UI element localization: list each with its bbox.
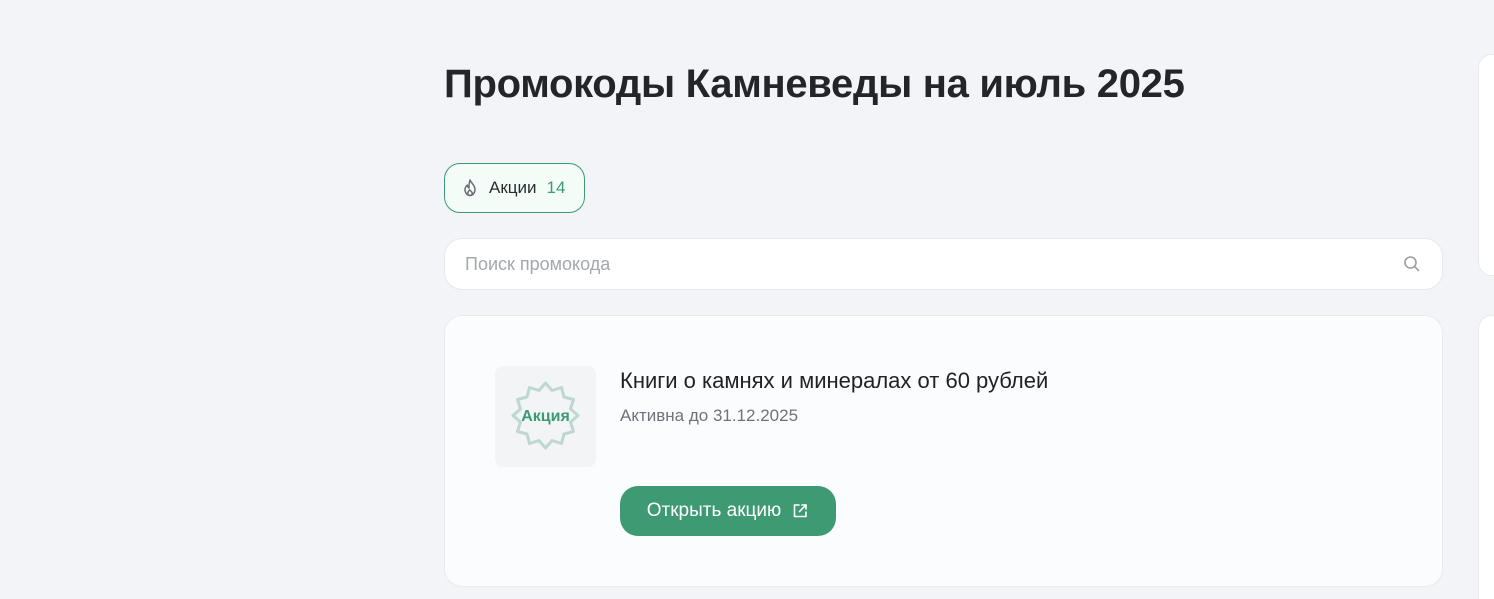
search-input[interactable] xyxy=(465,253,1402,275)
filter-chip-promotions[interactable]: Акции 14 xyxy=(444,163,585,213)
search-icon[interactable] xyxy=(1402,254,1422,274)
open-promo-button-label: Открыть акцию xyxy=(646,500,782,521)
sidebar-card xyxy=(1478,315,1494,599)
promo-badge-text: Акция xyxy=(521,407,570,425)
page-title: Промокоды Камневеды на июль 2025 xyxy=(444,62,1185,106)
promo-card: Акция Книги о камнях и минералах от 60 р… xyxy=(444,315,1443,587)
filter-chip-count: 14 xyxy=(546,178,566,197)
external-link-icon xyxy=(791,502,809,520)
promo-badge: Акция xyxy=(495,366,596,467)
fire-icon xyxy=(460,178,480,198)
page: Промокоды Камневеды на июль 2025 Акции 1… xyxy=(0,0,1494,599)
filter-chip-label: Акции xyxy=(489,178,537,197)
open-promo-button[interactable]: Открыть акцию xyxy=(620,486,836,536)
promo-expiry: Активна до 31.12.2025 xyxy=(620,406,799,425)
promo-title: Книги о камнях и минералах от 60 рублей xyxy=(620,368,1049,393)
sidebar-card xyxy=(1478,54,1494,276)
search-bar xyxy=(444,238,1443,290)
